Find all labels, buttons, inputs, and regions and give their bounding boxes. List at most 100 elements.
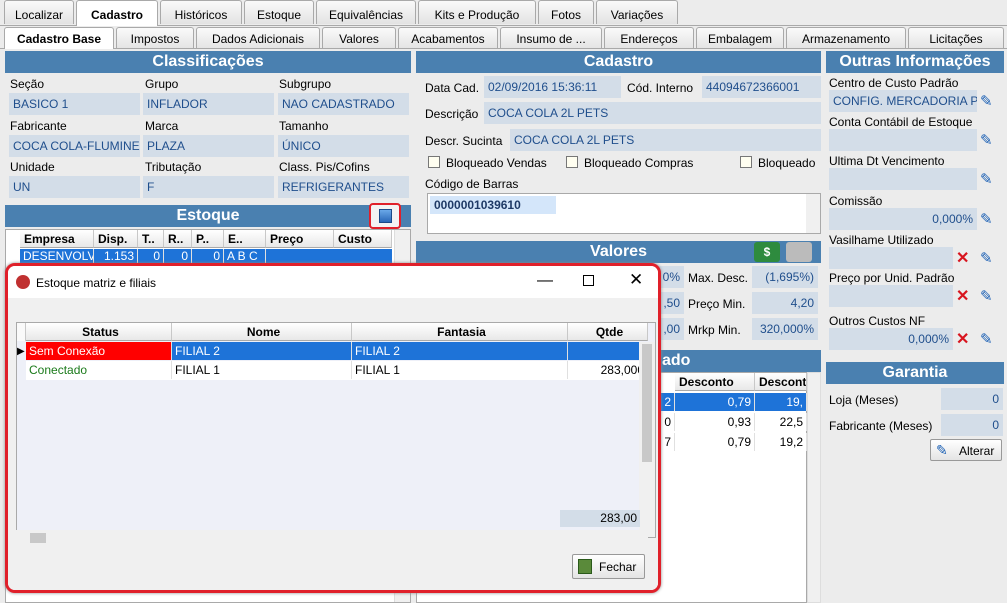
comissao-field[interactable]: 0,000% [829, 208, 977, 230]
subgrupo-field[interactable]: NAO CADASTRADO [278, 93, 409, 115]
pencil-icon[interactable]: ✎ [980, 131, 998, 149]
valores-v2[interactable]: ,50 [658, 292, 684, 314]
tab-valores[interactable]: Valores [322, 27, 396, 49]
col-status[interactable]: Status [26, 323, 172, 341]
valores-pct[interactable]: 0% [658, 266, 684, 288]
data-cad-label: Data Cad. [425, 81, 480, 95]
col-p[interactable]: P.. [192, 230, 224, 248]
close-icon[interactable]: ✕ [629, 270, 643, 290]
cell: 19,2 [755, 433, 807, 451]
pencil-icon[interactable]: ✎ [980, 92, 998, 110]
tab-equivalencias[interactable]: Equivalências [316, 0, 416, 24]
table-row[interactable]: Sem Conexão FILIAL 2 FILIAL 2 [26, 342, 648, 361]
table-row[interactable]: Conectado FILIAL 1 FILIAL 1 283,000 [26, 361, 648, 380]
table-row[interactable]: 0 0,93 22,5 [657, 413, 807, 431]
tab-armazenamento[interactable]: Armazenamento [786, 27, 906, 49]
fabricante-meses-field[interactable]: 0 [941, 414, 1003, 436]
preco-unid-field[interactable] [829, 285, 953, 307]
tab-kits-producao[interactable]: Kits e Produção [418, 0, 536, 24]
col-custo[interactable]: Custo [334, 230, 392, 248]
pencil-icon[interactable]: ✎ [980, 210, 998, 228]
unidade-field[interactable]: UN [9, 176, 140, 198]
max-desc-field[interactable]: (1,695%) [752, 266, 818, 288]
codigo-barras-cell[interactable]: 0000001039610 [430, 196, 556, 214]
bloqueado-vendas-checkbox[interactable] [428, 156, 440, 168]
pis-cofins-field[interactable]: REFRIGERANTES [278, 176, 409, 198]
cell: 0,79 [675, 393, 755, 411]
bloqueado-checkbox[interactable] [740, 156, 752, 168]
tab-localizar[interactable]: Localizar [4, 0, 74, 24]
data-cad-field[interactable]: 02/09/2016 15:36:11 [484, 76, 621, 98]
tab-cadastro-base[interactable]: Cadastro Base [4, 27, 114, 49]
fabricante-field[interactable]: COCA COLA-FLUMINE [9, 135, 140, 157]
tab-embalagem[interactable]: Embalagem [696, 27, 784, 49]
secao-field[interactable]: BASICO 1 [9, 93, 140, 115]
tamanho-field[interactable]: ÚNICO [278, 135, 409, 157]
tab-acabamentos[interactable]: Acabamentos [398, 27, 498, 49]
alterar-button[interactable]: ✎ Alterar [930, 439, 1002, 461]
nome-cell: FILIAL 1 [172, 361, 352, 379]
pencil-icon[interactable]: ✎ [980, 330, 998, 348]
pencil-icon[interactable]: ✎ [980, 287, 998, 305]
col-nome[interactable]: Nome [172, 323, 352, 341]
centro-custo-field[interactable]: CONFIG. MERCADORIA P. [829, 90, 977, 112]
fechar-button[interactable]: Fechar [572, 554, 645, 579]
table-row[interactable]: 7 0,79 19,2 [657, 433, 807, 451]
exit-icon [578, 559, 592, 574]
table-row[interactable]: DESENVOLV 1.153 0 0 0 A B C [20, 249, 392, 263]
cod-interno-field[interactable]: 44094672366001 [702, 76, 821, 98]
descr-sucinta-field[interactable]: COCA COLA 2L PETS [510, 129, 821, 151]
tab-dados-adicionais[interactable]: Dados Adicionais [196, 27, 320, 49]
codigo-barras-grid[interactable]: 0000001039610 [427, 193, 821, 234]
col-desconto[interactable]: Desconto [675, 373, 755, 391]
minus-icon[interactable] [786, 242, 812, 262]
valores-v3[interactable]: ,00 [658, 318, 684, 340]
col-fantasia[interactable]: Fantasia [352, 323, 568, 341]
col-empresa[interactable]: Empresa [20, 230, 94, 248]
col-t[interactable]: T.. [138, 230, 164, 248]
pencil-icon[interactable]: ✎ [980, 170, 998, 188]
precos-scrollbar[interactable] [807, 372, 821, 603]
col-desconto-2[interactable]: Desconto [755, 373, 807, 391]
mrkp-min-field[interactable]: 320,000% [752, 318, 818, 340]
tab-estoque[interactable]: Estoque [244, 0, 314, 24]
marca-field[interactable]: PLAZA [143, 135, 274, 157]
comissao-label: Comissão [829, 194, 883, 208]
maximize-icon[interactable] [583, 275, 594, 286]
bloqueado-compras-checkbox[interactable] [566, 156, 578, 168]
tab-enderecos[interactable]: Endereços [604, 27, 694, 49]
descricao-field[interactable]: COCA COLA 2L PETS [484, 102, 821, 124]
loja-meses-field[interactable]: 0 [941, 388, 1003, 410]
col-preco[interactable]: Preço [266, 230, 334, 248]
tab-licitacoes[interactable]: Licitações [908, 27, 1004, 49]
cell-e: A B C [224, 249, 266, 263]
col-e[interactable]: E.. [224, 230, 266, 248]
outros-custos-field[interactable]: 0,000% [829, 328, 953, 350]
col-disp[interactable]: Disp. [94, 230, 138, 248]
conta-contabil-field[interactable] [829, 129, 977, 151]
delete-icon[interactable]: ✕ [956, 286, 974, 305]
tab-fotos[interactable]: Fotos [538, 0, 594, 24]
minimize-icon[interactable]: — [537, 272, 553, 290]
pencil-icon[interactable]: ✎ [980, 249, 998, 267]
filiais-vscrollbar[interactable] [639, 342, 655, 537]
vasilhame-field[interactable] [829, 247, 953, 269]
preco-min-field[interactable]: 4,20 [752, 292, 818, 314]
filiais-hscrollbar[interactable] [16, 530, 648, 546]
tab-variacoes[interactable]: Variações [596, 0, 678, 24]
dollar-icon[interactable]: $ [754, 242, 780, 262]
table-row[interactable]: 2 0,79 19, [657, 393, 807, 411]
delete-icon[interactable]: ✕ [956, 329, 974, 348]
tab-cadastro[interactable]: Cadastro [76, 0, 158, 26]
col-r[interactable]: R.. [164, 230, 192, 248]
grupo-field[interactable]: INFLADOR [143, 93, 274, 115]
estoque-filiais-button[interactable] [369, 203, 401, 229]
tab-historicos[interactable]: Históricos [160, 0, 242, 24]
ultima-vencimento-field[interactable] [829, 168, 977, 190]
col-qtde[interactable]: Qtde [568, 323, 648, 341]
tab-impostos[interactable]: Impostos [116, 27, 194, 49]
delete-icon[interactable]: ✕ [956, 248, 974, 267]
barras-scrollbar[interactable] [806, 194, 820, 233]
tab-insumo[interactable]: Insumo de ... [500, 27, 602, 49]
tributacao-field[interactable]: F [143, 176, 274, 198]
